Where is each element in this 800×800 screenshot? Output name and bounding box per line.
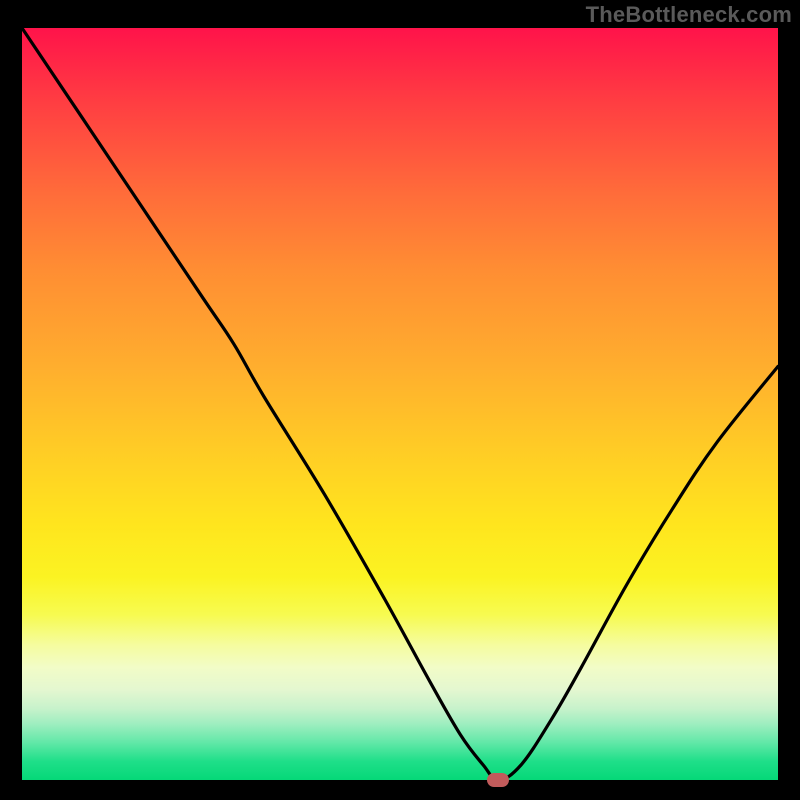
chart-frame: TheBottleneck.com [0,0,800,800]
curve-svg [22,28,778,780]
watermark-text: TheBottleneck.com [586,2,792,28]
plot-area [22,28,778,780]
optimal-point-marker [487,773,509,787]
bottleneck-curve [22,28,778,780]
